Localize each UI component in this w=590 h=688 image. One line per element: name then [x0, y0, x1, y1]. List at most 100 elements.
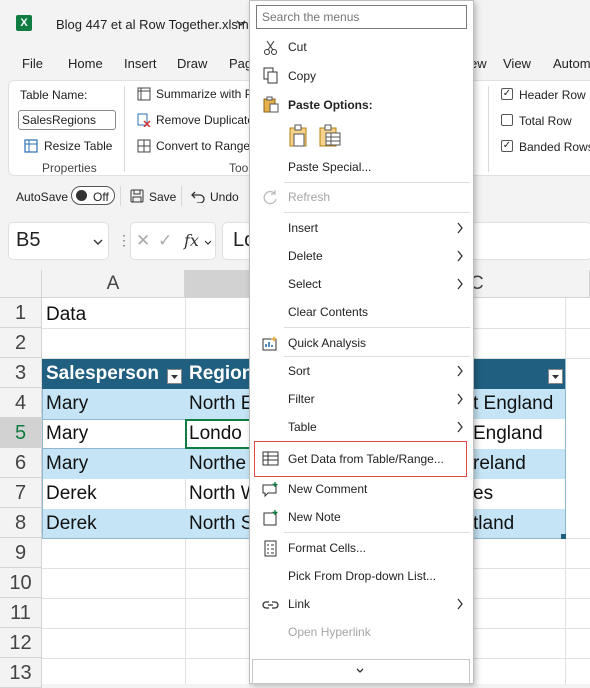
remove-duplicates-button[interactable]: Remove Duplicate: [156, 113, 254, 127]
excel-logo-icon: X: [16, 15, 32, 31]
table-cell[interactable]: Mary: [42, 389, 185, 419]
row-header[interactable]: 4: [0, 388, 42, 418]
table-range-icon: [262, 451, 279, 466]
row-header[interactable]: 8: [0, 508, 42, 538]
menu-search-input[interactable]: [256, 5, 467, 29]
menu-item-table[interactable]: Table: [288, 420, 317, 434]
table-cell[interactable]: reland: [473, 449, 565, 479]
menu-item-link[interactable]: Link: [288, 597, 310, 611]
total-row-checkbox[interactable]: [501, 114, 513, 126]
table-name-label: Table Name:: [20, 88, 88, 102]
row-header[interactable]: 10: [0, 568, 42, 598]
tools-group-label: Tool: [229, 161, 252, 175]
convert-range-icon: [137, 139, 151, 153]
chevron-right-icon: [457, 598, 463, 610]
summarize-pivot-button[interactable]: Summarize with P: [156, 87, 253, 101]
cancel-icon[interactable]: ✕: [136, 231, 150, 251]
new-comment-icon: [262, 482, 278, 498]
menu-item-sort[interactable]: Sort: [288, 364, 310, 378]
row-header[interactable]: 11: [0, 598, 42, 628]
cell-a1[interactable]: Data: [42, 300, 185, 330]
enter-icon[interactable]: ✓: [158, 231, 172, 251]
row-header[interactable]: 1: [0, 298, 42, 328]
row-header[interactable]: 6: [0, 448, 42, 478]
chevron-down-icon[interactable]: [356, 668, 364, 674]
save-button[interactable]: Save: [149, 190, 176, 204]
menu-item-format-cells[interactable]: Format Cells...: [288, 541, 366, 555]
menu-item-copy[interactable]: Copy: [288, 69, 316, 83]
row-header[interactable]: 2: [0, 328, 42, 358]
toggle-knob: [76, 190, 87, 201]
menu-item-cut[interactable]: Cut: [288, 40, 307, 54]
table-cell[interactable]: England: [473, 419, 565, 449]
menu-item-open-hyperlink: Open Hyperlink: [288, 625, 371, 639]
tab-home[interactable]: Home: [68, 56, 103, 71]
menu-item-quick-analysis[interactable]: Quick Analysis: [288, 336, 366, 350]
filter-dropdown-icon[interactable]: [548, 369, 563, 384]
table-cell[interactable]: Northe: [185, 449, 249, 479]
select-all-corner[interactable]: [0, 270, 42, 298]
save-icon: [130, 189, 144, 203]
menu-item-new-comment[interactable]: New Comment: [288, 482, 367, 496]
refresh-icon: [263, 190, 277, 205]
table-cell[interactable]: Derek: [42, 479, 185, 509]
table-resize-handle[interactable]: [561, 534, 566, 539]
splitter-grip-icon[interactable]: ⋮: [117, 232, 131, 249]
table-cell[interactable]: es: [473, 479, 565, 509]
chevron-right-icon: [457, 393, 463, 405]
ribbon-divider: [488, 86, 489, 172]
tab-insert[interactable]: Insert: [124, 56, 157, 71]
header-row-checkbox[interactable]: ✓: [501, 88, 513, 100]
menu-item-pick-from-list[interactable]: Pick From Drop-down List...: [288, 569, 436, 583]
menu-item-get-data[interactable]: Get Data from Table/Range...: [288, 452, 444, 466]
tab-automate[interactable]: Autom: [553, 56, 590, 71]
tab-view[interactable]: View: [503, 56, 531, 71]
row-header[interactable]: 3: [0, 358, 42, 388]
menu-item-paste-special[interactable]: Paste Special...: [288, 160, 371, 174]
table-cell[interactable]: North E: [185, 389, 249, 419]
menu-item-new-note[interactable]: New Note: [288, 510, 341, 524]
table-header-region[interactable]: Region: [185, 359, 249, 389]
table-name-input[interactable]: [18, 110, 116, 130]
row-header[interactable]: 12: [0, 628, 42, 658]
filter-dropdown-icon[interactable]: [167, 369, 182, 384]
resize-table-icon: [24, 139, 38, 153]
table-header-salesperson[interactable]: Salesperson: [42, 359, 185, 389]
chevron-right-icon: [457, 222, 463, 234]
menu-separator: [284, 532, 470, 533]
qat-divider: [181, 186, 182, 206]
chevron-down-icon[interactable]: [236, 19, 246, 27]
table-cell[interactable]: Derek: [42, 509, 185, 539]
menu-item-insert[interactable]: Insert: [288, 221, 318, 235]
banded-rows-checkbox[interactable]: ✓: [501, 140, 513, 152]
table-cell[interactable]: North W: [185, 479, 249, 509]
table-cell[interactable]: tland: [473, 509, 565, 539]
autosave-state: Off: [93, 190, 109, 204]
file-title[interactable]: Blog 447 et al Row Together.xlsm: [56, 17, 249, 32]
table-cell[interactable]: North S: [185, 509, 249, 539]
menu-item-select[interactable]: Select: [288, 277, 321, 291]
new-note-icon: [263, 510, 278, 526]
row-header[interactable]: 5: [0, 418, 42, 448]
row-header[interactable]: 9: [0, 538, 42, 568]
table-cell[interactable]: Mary: [42, 449, 185, 479]
qat-divider: [120, 186, 121, 206]
undo-button[interactable]: Undo: [210, 190, 239, 204]
insert-function-icon[interactable]: fx: [184, 231, 199, 250]
menu-item-filter[interactable]: Filter: [288, 392, 315, 406]
chevron-down-icon[interactable]: [204, 240, 212, 246]
paste-options-label: Paste Options:: [288, 98, 373, 112]
table-cell[interactable]: t England: [473, 389, 565, 419]
resize-table-button[interactable]: Resize Table: [44, 139, 112, 153]
table-border: [565, 359, 566, 539]
tab-draw[interactable]: Draw: [177, 56, 207, 71]
column-header-a[interactable]: A: [42, 270, 185, 298]
chevron-down-icon[interactable]: [93, 239, 103, 246]
paste-icon[interactable]: [288, 124, 310, 148]
paste-values-icon[interactable]: [318, 124, 342, 148]
tab-file[interactable]: File: [22, 56, 43, 71]
row-header[interactable]: 7: [0, 478, 42, 508]
menu-item-clear-contents[interactable]: Clear Contents: [288, 305, 368, 319]
convert-to-range-button[interactable]: Convert to Range: [156, 139, 250, 153]
menu-item-delete[interactable]: Delete: [288, 249, 323, 263]
